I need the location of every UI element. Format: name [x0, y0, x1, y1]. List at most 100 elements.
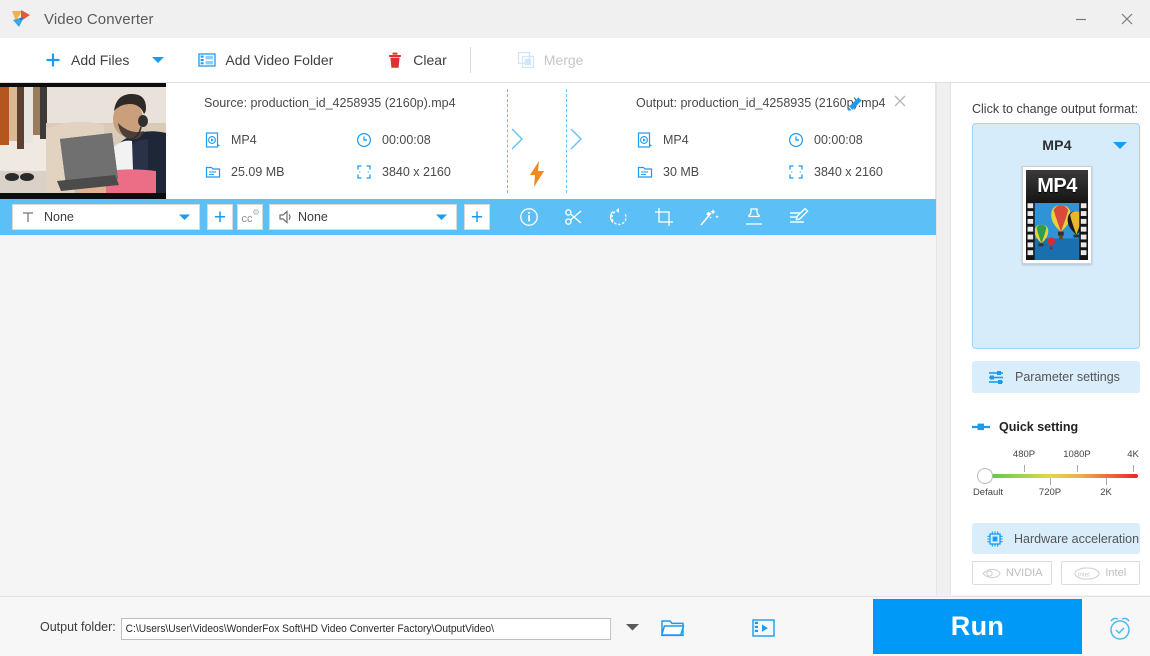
close-button[interactable]	[1104, 0, 1150, 38]
source-size-value: 25.09 MB	[231, 165, 285, 179]
source-duration: 00:00:08	[355, 131, 431, 149]
clock-icon	[355, 131, 373, 149]
output-settings-panel: Click to change output format: MP4 MP4 P…	[950, 83, 1150, 595]
cc-settings-button[interactable]: cc	[237, 204, 263, 230]
parameter-settings-label: Parameter settings	[1015, 370, 1120, 384]
change-format-label: Click to change output format:	[972, 102, 1139, 116]
resolution-icon	[355, 163, 373, 181]
slider-label-4k: 4K	[1127, 449, 1139, 460]
video-converter-window: Video Converter Add Files Add Video Fold…	[0, 0, 1150, 656]
slider-label-default: Default	[972, 487, 1004, 498]
watermark-icon[interactable]	[743, 206, 765, 228]
title-bar: Video Converter	[0, 0, 1150, 38]
file-size-icon	[636, 163, 654, 181]
intel-toggle[interactable]: intel Intel	[1060, 561, 1140, 585]
add-files-dropdown[interactable]	[138, 38, 178, 82]
slider-tick-480p	[1024, 465, 1025, 472]
video-file-icon	[204, 131, 222, 149]
minimize-button[interactable]	[1058, 0, 1104, 38]
audio-track-select[interactable]: None	[269, 204, 457, 230]
merge-button[interactable]: Merge	[507, 38, 593, 82]
run-label: Run	[950, 611, 1005, 641]
open-media-button[interactable]	[752, 617, 776, 639]
cpu-chip-icon	[986, 530, 1004, 548]
run-button[interactable]: Run	[873, 599, 1082, 654]
plus-icon: +	[213, 205, 227, 229]
pane-divider-left	[507, 89, 508, 193]
clear-button[interactable]: Clear	[376, 38, 455, 82]
trash-icon	[385, 50, 405, 70]
audio-track-value: None	[298, 210, 328, 224]
effect-icon[interactable]	[698, 206, 720, 228]
source-duration-value: 00:00:08	[382, 133, 431, 147]
info-icon[interactable]	[518, 206, 540, 228]
window-title: Video Converter	[44, 10, 154, 28]
remove-file-button[interactable]	[893, 94, 907, 108]
plus-icon	[43, 50, 63, 70]
slider-label-480p: 480P	[1012, 449, 1036, 460]
source-pane: Source: production_id_4258935 (2160p).mp…	[166, 83, 506, 199]
output-resolution-value: 3840 x 2160	[814, 165, 883, 179]
add-audio-button[interactable]: +	[464, 204, 490, 230]
clear-label: Clear	[413, 52, 447, 68]
chevron-right-icon-1	[510, 127, 524, 151]
format-thumbnail: MP4	[1022, 166, 1092, 264]
source-format-value: MP4	[231, 133, 257, 147]
window-controls	[1058, 0, 1150, 38]
merge-label: Merge	[543, 52, 584, 68]
add-files-button[interactable]: Add Files	[34, 38, 138, 82]
quick-setting-label: Quick setting	[999, 420, 1079, 434]
hardware-acceleration-button[interactable]: Hardware acceleration	[972, 523, 1140, 554]
output-format-value: MP4	[663, 133, 689, 147]
subtitle-edit-icon[interactable]	[788, 206, 810, 228]
file-card-body: Source: production_id_4258935 (2160p).mp…	[166, 83, 935, 199]
quick-setting-row: Quick setting	[972, 420, 1078, 434]
source-resolution-value: 3840 x 2160	[382, 165, 451, 179]
file-list-scrollbar[interactable]	[936, 83, 950, 595]
subtitle-select[interactable]: None	[12, 204, 200, 230]
add-video-folder-button[interactable]: Add Video Folder	[188, 38, 342, 82]
quality-slider[interactable]: 480P 1080P 4K Default 720P 2K	[972, 448, 1140, 498]
output-duration-value: 00:00:08	[814, 133, 863, 147]
parameter-settings-button[interactable]: Parameter settings	[972, 361, 1140, 393]
subtitle-icon	[21, 210, 35, 224]
cut-icon[interactable]	[563, 206, 585, 228]
pane-divider-right	[566, 89, 567, 193]
plus-icon: +	[470, 205, 484, 229]
svg-text:cc: cc	[241, 213, 253, 225]
slider-tick-4k	[1133, 465, 1134, 472]
slider-tick-1080p	[1077, 465, 1078, 472]
output-size: 30 MB	[636, 163, 699, 181]
crop-icon[interactable]	[653, 206, 675, 228]
quick-setting-icon	[972, 422, 990, 432]
file-card[interactable]: Source: production_id_4258935 (2160p).mp…	[0, 83, 936, 235]
slider-label-720p: 720P	[1038, 487, 1062, 498]
source-size: 25.09 MB	[204, 163, 285, 181]
svg-text:intel: intel	[1078, 571, 1090, 578]
output-format: MP4	[636, 131, 689, 149]
output-resolution: 3840 x 2160	[787, 163, 883, 181]
source-resolution: 3840 x 2160	[355, 163, 451, 181]
output-folder-label: Output folder:	[40, 620, 116, 634]
output-folder-dropdown[interactable]	[626, 623, 639, 631]
quality-slider-track[interactable]	[986, 474, 1138, 478]
subtitle-value: None	[44, 210, 74, 224]
edit-output-name-button[interactable]	[846, 96, 863, 113]
source-format: MP4	[204, 131, 257, 149]
output-format-selector[interactable]: MP4 MP4	[972, 123, 1140, 349]
file-size-icon	[204, 163, 222, 181]
output-folder-input[interactable]: C:\Users\User\Videos\WonderFox Soft\HD V…	[121, 618, 612, 640]
open-folder-button[interactable]	[661, 618, 685, 638]
quality-slider-handle[interactable]	[977, 468, 993, 484]
app-logo-icon	[10, 8, 32, 30]
add-video-folder-label: Add Video Folder	[225, 52, 334, 68]
toolbar-divider	[469, 47, 471, 73]
add-subtitle-button[interactable]: +	[207, 204, 233, 230]
add-files-label: Add Files	[71, 52, 130, 68]
nvidia-toggle[interactable]: NVIDIA	[972, 561, 1052, 585]
chevron-down-icon[interactable]	[1113, 141, 1127, 150]
rotate-icon[interactable]	[608, 206, 630, 228]
output-size-value: 30 MB	[663, 165, 700, 179]
schedule-button[interactable]	[1106, 615, 1134, 641]
file-list: Source: production_id_4258935 (2160p).mp…	[0, 83, 950, 595]
